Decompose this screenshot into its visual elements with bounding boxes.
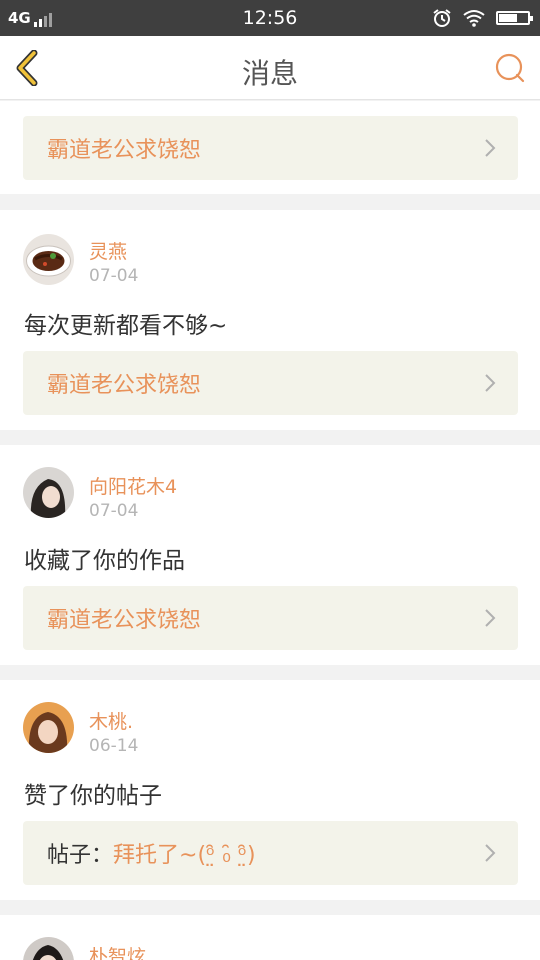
message-card: 向阳花木4 07-04 收藏了你的作品 霸道老公求饶恕 bbox=[0, 445, 540, 665]
wifi-icon bbox=[463, 10, 485, 27]
battery-icon bbox=[496, 11, 533, 25]
message-date: 06-14 bbox=[89, 736, 139, 756]
message-date: 07-04 bbox=[89, 501, 139, 521]
username[interactable]: 木桃. bbox=[89, 707, 133, 734]
avatar[interactable] bbox=[23, 467, 74, 518]
status-bar: 4G 12:56 bbox=[0, 0, 540, 36]
avatar[interactable] bbox=[23, 702, 74, 753]
message-text: 赞了你的帖子 bbox=[24, 783, 162, 809]
chevron-right-icon bbox=[485, 139, 496, 157]
message-card: 灵燕 07-04 每次更新都看不够~ 霸道老公求饶恕 bbox=[0, 210, 540, 430]
work-link-box[interactable]: 霸道老公求饶恕 bbox=[23, 116, 518, 180]
message-card: 木桃. 06-14 赞了你的帖子 帖子：拜托了~(ᵒ̤̑ ₀̑ ᵒ̤̑) bbox=[0, 680, 540, 900]
work-link-box[interactable]: 霸道老公求饶恕 bbox=[23, 351, 518, 415]
chevron-right-icon bbox=[485, 844, 496, 862]
post-text: 拜托了~(ᵒ̤̑ ₀̑ ᵒ̤̑) bbox=[113, 843, 256, 868]
message-date: 07-04 bbox=[89, 266, 139, 286]
chevron-right-icon bbox=[485, 374, 496, 392]
search-icon[interactable] bbox=[494, 52, 526, 84]
work-title: 霸道老公求饶恕 bbox=[47, 608, 202, 633]
avatar[interactable] bbox=[23, 937, 74, 960]
alarm-icon bbox=[433, 9, 451, 27]
post-link-box[interactable]: 帖子：拜托了~(ᵒ̤̑ ₀̑ ᵒ̤̑) bbox=[23, 821, 518, 885]
top-nav-bar: 消息 bbox=[0, 36, 540, 100]
message-text: 每次更新都看不够~ bbox=[24, 313, 228, 339]
status-icons bbox=[432, 8, 533, 28]
username[interactable]: 朴智炫 bbox=[89, 942, 146, 960]
work-title: 霸道老公求饶恕 bbox=[47, 138, 202, 163]
message-text: 收藏了你的作品 bbox=[24, 548, 185, 574]
message-card: 朴智炫 bbox=[0, 915, 540, 960]
post-prefix: 帖子： bbox=[47, 843, 114, 868]
page-title: 消息 bbox=[241, 57, 298, 90]
work-link-box[interactable]: 霸道老公求饶恕 bbox=[23, 586, 518, 650]
username[interactable]: 灵燕 bbox=[89, 237, 127, 264]
message-card: 霸道老公求饶恕 bbox=[0, 101, 540, 194]
chevron-right-icon bbox=[485, 609, 496, 627]
avatar[interactable] bbox=[23, 234, 74, 285]
work-title: 霸道老公求饶恕 bbox=[47, 373, 202, 398]
username[interactable]: 向阳花木4 bbox=[89, 472, 177, 499]
post-title: 帖子：拜托了~(ᵒ̤̑ ₀̑ ᵒ̤̑) bbox=[47, 837, 256, 869]
